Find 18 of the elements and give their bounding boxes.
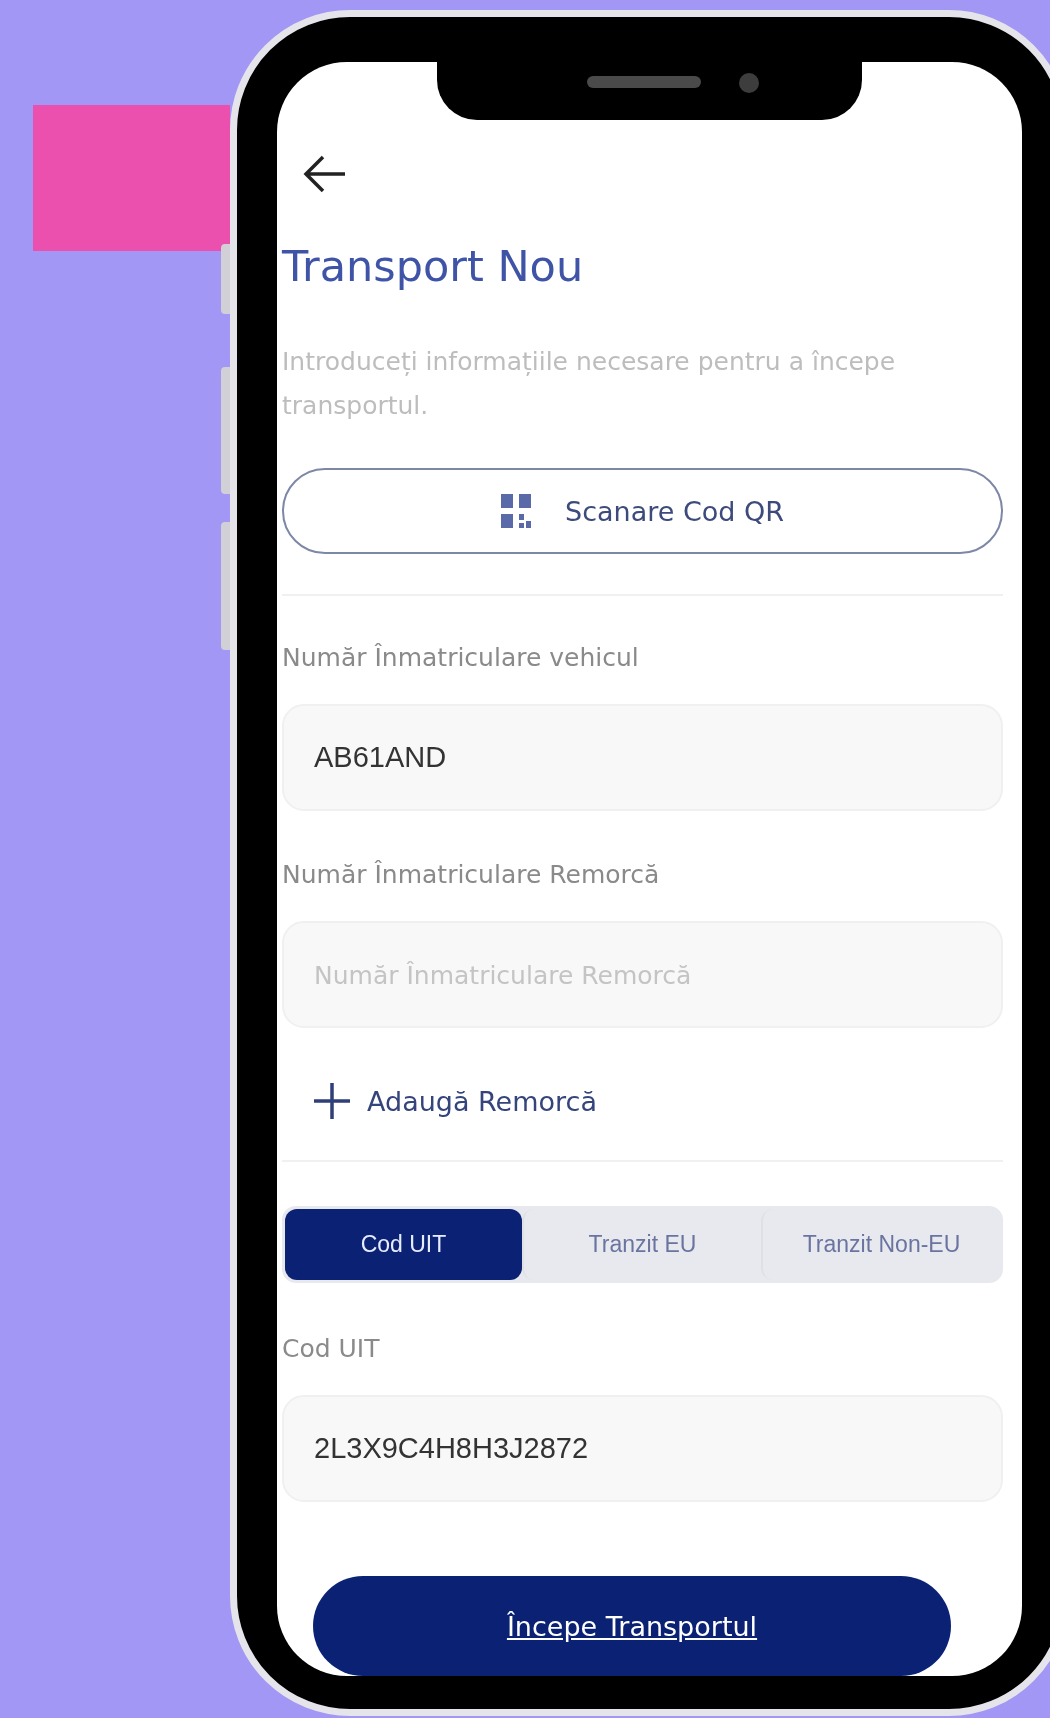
segment-tab[interactable]: Tranzit Non-EU — [761, 1209, 1000, 1280]
field-label: Număr Înmatriculare Remorcă — [282, 859, 661, 892]
field-label: Cod UIT — [282, 1332, 381, 1365]
input-field[interactable]: 2L3X9C4H8H3J2872 — [282, 1394, 1003, 1503]
plus-icon — [313, 1082, 351, 1121]
segment-tab[interactable]: Cod UIT — [285, 1209, 522, 1280]
back-arrow-icon — [303, 154, 347, 194]
page-description: Introduceți informațiile necesare pentru a începe transportul. — [282, 346, 897, 422]
add-trailer-link[interactable]: Adaugă Remorcă — [313, 1082, 597, 1121]
back-button[interactable] — [303, 154, 347, 194]
scan-qr-button[interactable]: Scanare Cod QR — [282, 468, 1003, 555]
start-transport-button[interactable]: Începe Transportul — [313, 1576, 951, 1676]
segment-tab[interactable]: Tranzit EU — [522, 1209, 761, 1280]
field-label: Număr Înmatriculare vehicul — [282, 642, 640, 675]
page-title: Transport Nou — [282, 240, 585, 292]
camera-dot — [739, 73, 759, 93]
input-field[interactable]: AB61AND — [282, 704, 1003, 812]
qr-code-icon — [501, 494, 531, 529]
